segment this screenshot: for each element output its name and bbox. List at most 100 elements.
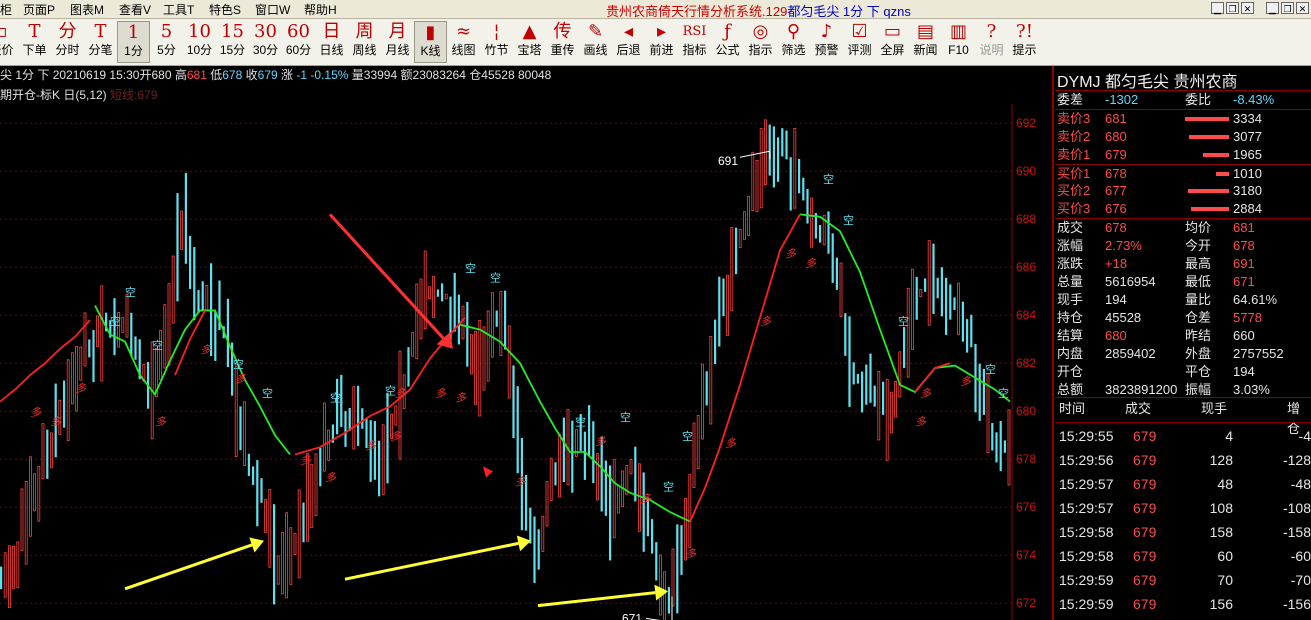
minimize-icon[interactable]: ▁	[1211, 2, 1224, 14]
tick-row[interactable]: 15:29:55 679 4 -4	[1055, 424, 1311, 448]
order-label: 下单	[22, 43, 47, 57]
candle-bar	[201, 281, 204, 311]
order-book-row[interactable]: 买价1 678 1010	[1055, 165, 1311, 183]
signal-short: 空	[262, 386, 273, 400]
info-volume-label: 量	[351, 68, 364, 82]
stat-label: 涨跌	[1057, 256, 1084, 271]
stat-value: 64.61%	[1233, 292, 1278, 307]
menu-item[interactable]: 柜	[0, 1, 12, 18]
candle-bar	[453, 272, 456, 332]
explain-button[interactable]: ? 说明	[975, 21, 1008, 63]
back-button[interactable]: ◂ 后退	[612, 21, 645, 63]
tick-row[interactable]: 15:29:58 679 158 -158	[1055, 520, 1311, 544]
restore-icon[interactable]: ❐	[1281, 2, 1294, 14]
candle-bar	[554, 462, 557, 486]
close-icon[interactable]: ✕	[1296, 2, 1309, 14]
candle-bar	[869, 353, 872, 403]
candle-bar	[936, 277, 939, 299]
menu-item-view[interactable]: 查看V	[119, 1, 151, 18]
weekly-button[interactable]: 周周线	[348, 21, 381, 63]
candle-bar	[529, 507, 532, 544]
candle-bar	[629, 459, 633, 475]
30min-button[interactable]: 30 30分	[249, 21, 282, 63]
candle-bar	[865, 364, 868, 405]
intraday-button[interactable]: 分分时	[51, 21, 84, 63]
y-tick-label: 690	[1016, 164, 1036, 178]
alert-button[interactable]: ♪ 预警	[810, 21, 843, 63]
tick-volume: 70	[1217, 572, 1233, 588]
forward-button[interactable]: ▸ 前进	[645, 21, 678, 63]
quote-panel: DYMJ 都匀毛尖 贵州农商 委差 -1302 委比 -8.43% 卖价3 681…	[1055, 66, 1311, 620]
order-book-row[interactable]: 买价2 677 3180	[1055, 182, 1311, 200]
candle-bar	[28, 456, 32, 537]
linechart-button[interactable]: ≈ 线图	[447, 21, 480, 63]
tick-row[interactable]: 15:29:56 679 128 -128	[1055, 448, 1311, 472]
stat-label: 昨结	[1185, 328, 1212, 343]
kline-chart[interactable]: 多多多多多多多多多多多多多多多多多多多多多多多多空空空空空 空空空空空 空空空空空空…	[0, 104, 1050, 620]
menu-item-special[interactable]: 特色S	[209, 1, 241, 18]
menu-item-tools[interactable]: 工具T	[163, 1, 194, 18]
order-book-row[interactable]: 卖价3 681 3334	[1055, 110, 1311, 128]
stat-label: 结算	[1057, 328, 1084, 343]
reload-button[interactable]: 传重传	[546, 21, 579, 63]
close-icon[interactable]: ✕	[1241, 2, 1254, 14]
restore-icon[interactable]: ❐	[1226, 2, 1239, 14]
fullscreen-button[interactable]: ▭ 全屏	[876, 21, 909, 63]
bamboo-label: 竹节	[484, 43, 509, 57]
order-button[interactable]: T 下单	[18, 21, 51, 63]
minimize-icon[interactable]: ▁	[1266, 2, 1279, 14]
tick-row[interactable]: 15:29:58 679 60 -60	[1055, 544, 1311, 568]
kline-button[interactable]: ▮ K线	[414, 21, 447, 63]
menu-item-chart[interactable]: 图表M	[70, 1, 104, 18]
quote-button[interactable]: ▫报价	[0, 21, 18, 63]
1min-button[interactable]: 1 1分	[117, 21, 150, 63]
tick-row[interactable]: 15:29:59 679 70 -70	[1055, 568, 1311, 592]
menu-item-window[interactable]: 窗口W	[255, 1, 290, 18]
tick-price: 679	[1133, 548, 1157, 564]
filter-label: 筛选	[781, 43, 806, 57]
indicator-button[interactable]: RSI 指标	[678, 21, 711, 63]
window-title-main: 贵州农商倚天行情分析系统.129	[606, 4, 788, 19]
evaluate-button[interactable]: ☑ 评测	[843, 21, 876, 63]
tick-row[interactable]: 15:29:57 679 108 -108	[1055, 496, 1311, 520]
candle-bar	[659, 554, 662, 616]
formula-button[interactable]: ƒ 公式	[711, 21, 744, 63]
tick-row[interactable]: 15:29:57 679 48 -48	[1055, 472, 1311, 496]
60min-button[interactable]: 60 60分	[282, 21, 315, 63]
draw-button[interactable]: ✎ 画线	[579, 21, 612, 63]
filter-button[interactable]: ⚲ 筛选	[777, 21, 810, 63]
candle-bar	[302, 502, 305, 543]
indicator-bar[interactable]: 期开仓-标K 日(5,12) 短线:679	[0, 86, 300, 104]
order-book-row[interactable]: 买价3 676 2884	[1055, 200, 1311, 218]
candle-bar	[839, 262, 843, 317]
candle-bar	[357, 385, 360, 446]
f10-button[interactable]: ▥ F10	[942, 21, 975, 63]
stat-value: 678	[1105, 220, 1127, 235]
order-book-row[interactable]: 卖价2 680 3077	[1055, 128, 1311, 146]
ticks-button[interactable]: T 分笔	[84, 21, 117, 63]
news-button[interactable]: ▤ 新闻	[909, 21, 942, 63]
5min-button[interactable]: 5 5分	[150, 21, 183, 63]
y-tick-label: 678	[1016, 452, 1036, 466]
candle-bar	[819, 224, 822, 243]
10min-button[interactable]: 10 10分	[183, 21, 216, 63]
y-tick-label: 686	[1016, 260, 1036, 274]
signal-short: 空	[152, 338, 163, 352]
signal-long: 多	[300, 454, 312, 467]
candle-bar	[75, 346, 78, 412]
stat-label: 最高	[1185, 256, 1212, 271]
menu-item-help[interactable]: 帮助H	[304, 1, 337, 18]
signal-button[interactable]: ◎ 指示	[744, 21, 777, 63]
candle-bar	[919, 289, 923, 298]
15min-button[interactable]: 15 15分	[216, 21, 249, 63]
order-book-row[interactable]: 卖价1 679 1965	[1055, 146, 1311, 164]
tips-button[interactable]: ?! 提示	[1008, 21, 1041, 63]
tick-row[interactable]: 15:29:59 679 156 -156	[1055, 592, 1311, 616]
candle-bar	[226, 298, 229, 368]
daily-button[interactable]: 日日线	[315, 21, 348, 63]
tower-button[interactable]: ▲ 宝塔	[513, 21, 546, 63]
menu-item-page[interactable]: 页面P	[23, 1, 55, 18]
monthly-button[interactable]: 月月线	[381, 21, 414, 63]
order-level-label: 买价3	[1057, 201, 1091, 216]
bamboo-button[interactable]: ¦ 竹节	[480, 21, 513, 63]
